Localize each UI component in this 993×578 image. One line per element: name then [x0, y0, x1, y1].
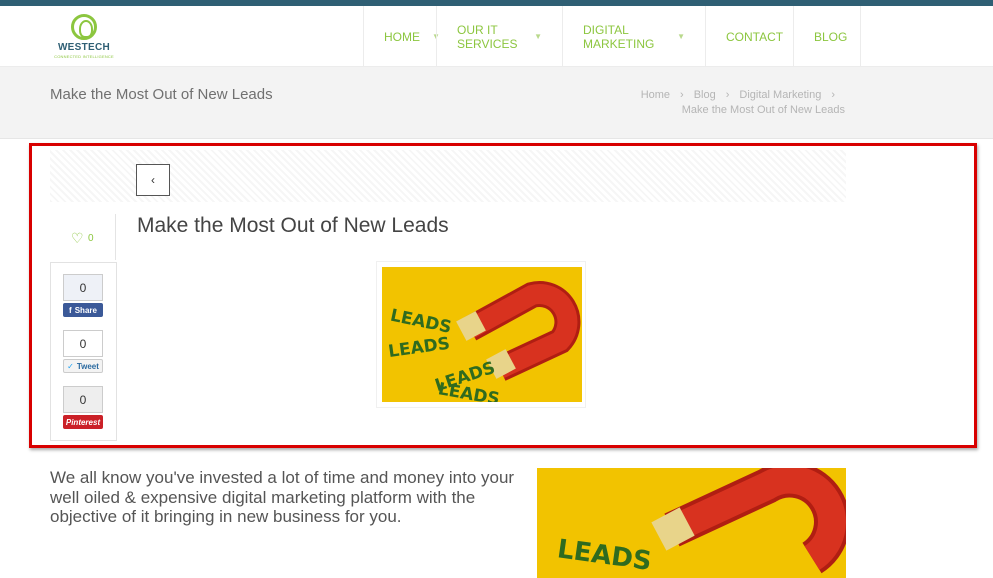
nav-item-contact[interactable]: CONTACT [705, 6, 793, 67]
logo-name: WESTECH [57, 42, 111, 53]
breadcrumb-separator: › [831, 89, 835, 101]
nav-item-blog[interactable]: BLOG [793, 6, 861, 67]
main-nav: HOME ▼ OUR IT SERVICES ▼ DIGITAL MARKETI… [363, 6, 861, 67]
breadcrumb-home[interactable]: Home [641, 89, 670, 101]
nav-item-it-services[interactable]: OUR IT SERVICES ▼ [436, 6, 562, 67]
secondary-image: LEADS [537, 468, 846, 578]
breadcrumb-digital-marketing[interactable]: Digital Marketing [739, 89, 821, 101]
nav-item-home[interactable]: HOME ▼ [363, 6, 440, 67]
site-logo[interactable]: WESTECH CONNECTED INTELLIGENCE [52, 14, 116, 62]
breadcrumb-blog[interactable]: Blog [694, 89, 716, 101]
post-intro-text: We all know you've invested a lot of tim… [50, 468, 515, 526]
nav-item-label: HOME [384, 29, 420, 44]
breadcrumb-current: Make the Most Out of New Leads [681, 104, 845, 116]
magnet-leads-image: LEADS [537, 468, 846, 578]
nav-item-label: BLOG [814, 29, 848, 44]
logo-tagline: CONNECTED INTELLIGENCE [54, 54, 114, 59]
chevron-down-icon: ▼ [677, 32, 685, 41]
breadcrumb: Home › Blog › Digital Marketing › Make the Mo… [641, 88, 845, 118]
highlight-box [29, 143, 977, 448]
site-header: WESTECH CONNECTED INTELLIGENCE HOME ▼ OU… [0, 6, 993, 67]
nav-item-label: CONTACT [726, 29, 784, 44]
nav-item-label: DIGITAL MARKETING [583, 22, 655, 51]
chevron-down-icon: ▼ [534, 32, 542, 41]
logo-mark-icon [71, 14, 97, 40]
nav-item-digital-marketing[interactable]: DIGITAL MARKETING ▼ [562, 6, 705, 67]
page-title-bar: Make the Most Out of New Leads Home › Blog… [0, 67, 993, 139]
breadcrumb-separator: › [680, 89, 684, 101]
nav-item-label: OUR IT SERVICES [457, 22, 518, 51]
page-title: Make the Most Out of New Leads [50, 86, 273, 103]
breadcrumb-separator: › [725, 89, 730, 101]
